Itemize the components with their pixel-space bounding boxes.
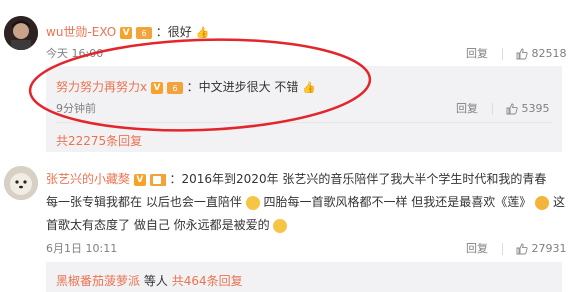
comment-text-line2b: 四胎每一首歌风格都不一样 但我还是最喜欢《莲》 xyxy=(263,195,532,209)
like-icon xyxy=(516,243,528,255)
reply-button[interactable]: 回复 xyxy=(466,242,488,255)
divider xyxy=(501,243,503,255)
reply-username[interactable]: 黑椒番茄菠萝派 xyxy=(56,274,140,288)
more-replies-link[interactable]: 共464条回复 xyxy=(172,274,243,288)
fan-rank-icon xyxy=(149,173,166,186)
avatar-image xyxy=(4,166,38,200)
comment-actions: 回复 27931 xyxy=(466,240,567,256)
comment-time: 6月1日 10:11 xyxy=(46,242,118,255)
comment-text-row: 每一张专辑我都在 以后也会一直陪伴 四胎每一首歌风格都不一样 但我还是最喜欢《莲… xyxy=(46,193,565,210)
comment-text-line2c: 这 xyxy=(552,195,565,209)
comment-header: 张艺兴的小藏獒 V ：2016年到2020年 张艺兴的音乐陪伴了我大半个学生时代… xyxy=(46,170,546,187)
comment-text-row: 首歌太有态度了 做自己 你永远都是被爱的 xyxy=(46,216,288,233)
more-replies-row: 黑椒番茄菠萝派 等人 共464条回复 xyxy=(56,272,243,289)
more-replies-middle: 等人 xyxy=(143,274,168,288)
comment-username[interactable]: 张艺兴的小藏獒 xyxy=(46,172,130,186)
comment-text-line3: 首歌太有态度了 做自己 你永远都是被爱的 xyxy=(46,218,270,232)
avatar[interactable] xyxy=(4,166,38,200)
verified-badge-icon: V xyxy=(133,173,146,186)
cool-emoji-icon xyxy=(273,218,288,233)
comment-text-line2a: 每一张专辑我都在 以后也会一直陪伴 xyxy=(46,195,242,209)
hug-emoji-icon xyxy=(245,195,260,210)
like-button[interactable]: 27931 xyxy=(516,242,567,255)
like-count: 27931 xyxy=(531,242,567,255)
scream-emoji-icon xyxy=(535,195,550,210)
comment-text-line1: ：2016年到2020年 张艺兴的音乐陪伴了我大半个学生时代和我的青春 xyxy=(169,172,547,186)
